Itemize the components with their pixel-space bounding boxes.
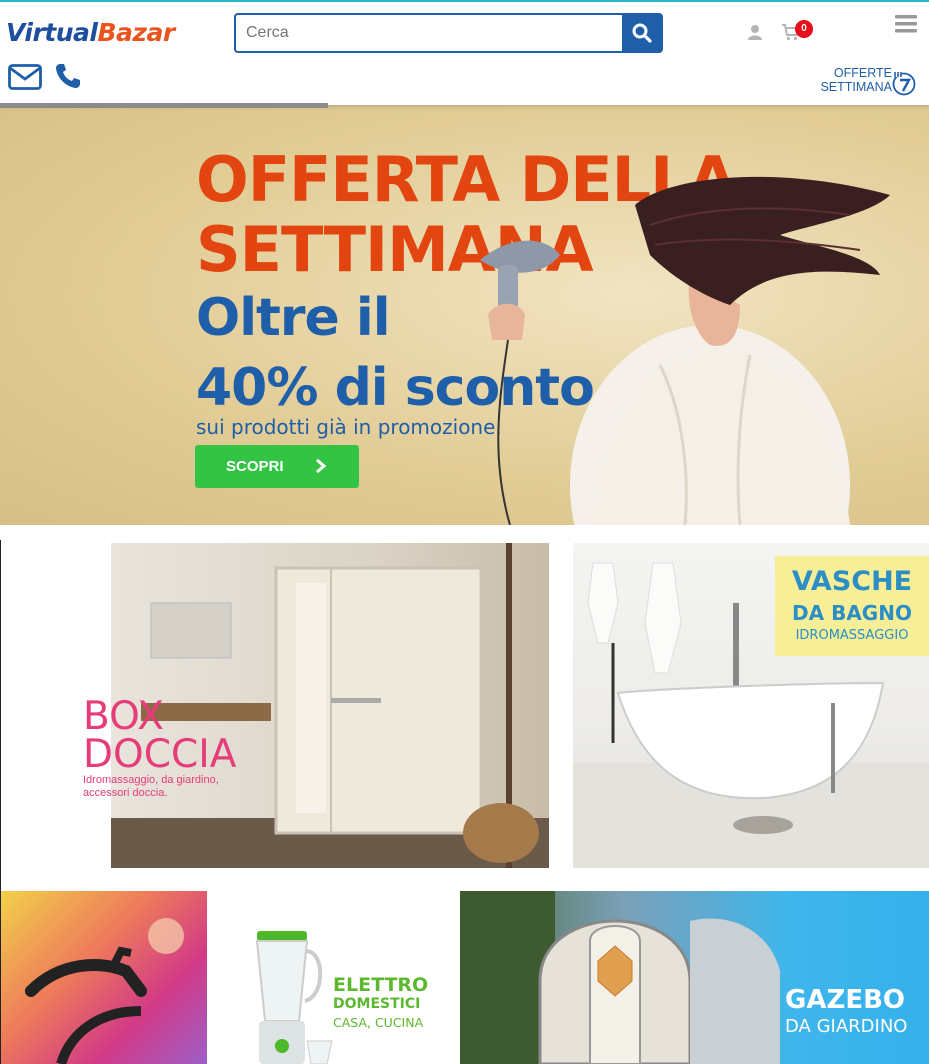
hero-woman-hairdryer-image	[480, 176, 890, 525]
gazebo-tile[interactable]	[460, 891, 929, 1064]
offers-line2: SETTIMANA	[820, 80, 892, 94]
elettro-subtitle: DOMESTICI	[333, 996, 421, 1012]
exercise-bike-image	[25, 918, 184, 1064]
vasche-subtitle: DA BAGNO	[792, 601, 912, 625]
chevron-right-icon	[316, 458, 327, 474]
fitness-tile[interactable]	[1, 891, 207, 1064]
box-doccia-title: BOX DOCCIA	[83, 694, 237, 777]
loading-progress-bar	[0, 103, 328, 108]
search-icon	[632, 23, 652, 43]
logo[interactable]: VirtualBazar	[6, 18, 175, 47]
logo-part-bazar: Bazar	[97, 18, 176, 47]
menu-icon[interactable]	[895, 14, 917, 34]
search-input[interactable]	[236, 15, 624, 51]
phone-icon[interactable]	[54, 62, 82, 90]
mail-icon[interactable]	[8, 64, 42, 90]
calendar-7-icon	[892, 72, 916, 96]
vasche-type: IDROMASSAGGIO	[795, 628, 909, 643]
garden-sauna-image	[460, 891, 780, 1064]
box-doccia-subtitle-line2: accessori doccia.	[83, 787, 168, 799]
box-doccia-title-line2: DOCCIA	[83, 732, 237, 777]
logo-part-virtual: Virtual	[6, 18, 98, 47]
box-doccia-subtitle-line1: Idromassaggio, da giardino,	[83, 774, 219, 786]
vasche-label-box: VASCHE DA BAGNO IDROMASSAGGIO	[775, 556, 929, 656]
site-header: VirtualBazar 0 OFFERTE SETTIMA	[0, 0, 929, 105]
user-icon[interactable]	[745, 23, 763, 41]
discover-button-label: SCOPRI	[226, 458, 284, 475]
cart-count-badge: 0	[795, 20, 813, 38]
box-doccia-title-line1: BOX	[83, 694, 164, 739]
search-button[interactable]	[622, 14, 662, 52]
elettro-title: ELETTRO	[333, 974, 429, 996]
gazebo-title: GAZEBO	[785, 985, 905, 1015]
offers-line1: OFFERTE	[833, 66, 892, 80]
search-box	[234, 13, 663, 53]
weekly-offers-label: OFFERTE SETTIMANA	[812, 66, 892, 94]
elettro-category: CASA, CUCINA	[333, 1015, 424, 1030]
discover-button[interactable]: SCOPRI	[195, 445, 359, 488]
gazebo-subtitle: DA GIARDINO	[785, 1016, 908, 1037]
weekly-offers-link[interactable]: OFFERTE SETTIMANA	[812, 66, 920, 98]
hero-banner[interactable]: OFFERTA DELLA SETTIMANA Oltre il 40% di …	[0, 105, 929, 525]
box-doccia-subtitle: Idromassaggio, da giardino, accessori do…	[83, 774, 243, 800]
vasche-title: VASCHE	[791, 566, 913, 597]
